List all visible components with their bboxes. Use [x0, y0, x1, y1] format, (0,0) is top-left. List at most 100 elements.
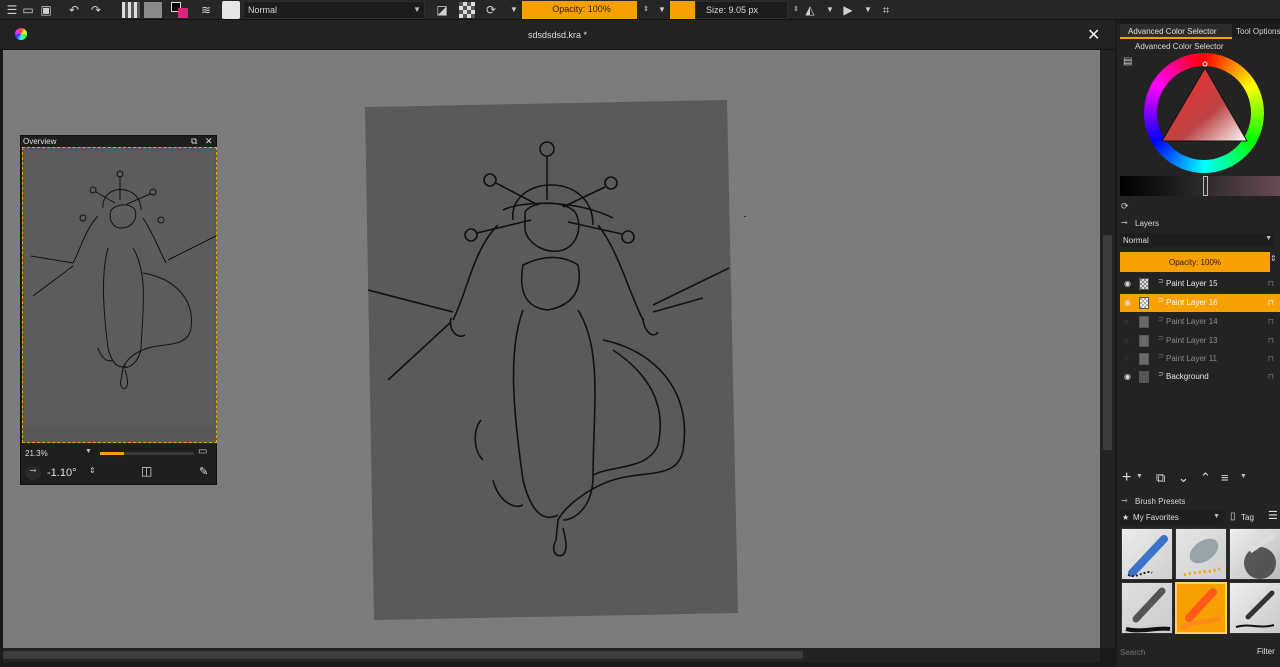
size-slider[interactable]: Size: 9.05 px	[695, 1, 788, 19]
canvas-area[interactable]: Overview ⧉ ✕ 21.3% ▼ ▭ ⊸ -1.10° ⇕ ◫ ✎	[3, 50, 1100, 648]
crop-icon[interactable]: ⌗	[878, 2, 894, 18]
chevron-down-icon[interactable]: ▼	[1136, 473, 1143, 480]
chevron-down-icon[interactable]: ▼	[85, 448, 92, 455]
layer-row[interactable]: ○ ⊃ Paint Layer 13 ⊓	[1120, 332, 1280, 350]
horizontal-scroll-thumb[interactable]	[3, 651, 803, 659]
duplicate-layer-icon[interactable]: ⧉	[1156, 470, 1165, 486]
redo-icon[interactable]: ↷	[88, 2, 104, 18]
brush-preset-soft-brush[interactable]	[1229, 528, 1280, 580]
eye-closed-icon[interactable]: ○	[1124, 332, 1134, 350]
refresh-icon[interactable]: ⟳	[1121, 201, 1129, 212]
pin-icon[interactable]: ⊸	[1121, 496, 1128, 505]
eye-closed-icon[interactable]: ○	[1124, 313, 1134, 331]
vertical-scrollbar[interactable]	[1100, 50, 1115, 648]
move-up-icon[interactable]: ⌃	[1200, 470, 1211, 486]
lock-icon[interactable]: ⊓	[1268, 332, 1274, 350]
blend-mode-dropdown[interactable]: Normal ▼	[243, 1, 425, 19]
tab-label: Tool Options	[1236, 27, 1280, 36]
layer-row[interactable]: ◉ ⊃ Paint Layer 15 ⊓	[1120, 275, 1280, 293]
eraser-icon[interactable]: ◪	[434, 2, 450, 18]
tab-tool-options[interactable]: Tool Options	[1232, 24, 1280, 39]
alpha-lock-icon[interactable]	[459, 2, 475, 18]
color-triangle[interactable]	[1144, 53, 1264, 173]
open-file-icon[interactable]: ▭	[20, 2, 36, 18]
layers-opacity-slider[interactable]: Opacity: 100%	[1120, 252, 1270, 272]
chevron-down-icon[interactable]: ▼	[822, 2, 838, 18]
chevron-down-icon[interactable]: ▼	[860, 2, 876, 18]
brush-tag-dropdown[interactable]: ★ My Favorites ▼	[1120, 510, 1223, 525]
brush-preset-pencil[interactable]	[1121, 582, 1173, 634]
eye-icon[interactable]: ◉	[1124, 368, 1134, 386]
brush-preset-ink-pen[interactable]	[1121, 528, 1173, 580]
opacity-slider[interactable]: Opacity: 100%	[522, 1, 637, 19]
layer-row[interactable]: ◉ ⊃ Background ⊓	[1120, 368, 1280, 386]
size-slider-fill[interactable]	[670, 1, 695, 19]
pin-icon[interactable]: ✎	[199, 465, 208, 478]
zoom-value[interactable]: 21.3%	[25, 449, 48, 458]
monitor-icon[interactable]: ▭	[198, 446, 207, 457]
float-icon[interactable]: ⧉	[191, 136, 197, 147]
layer-row[interactable]: ○ ⊃ Paint Layer 11 ⊓	[1120, 350, 1280, 368]
brush-preset-marker-selected[interactable]	[1175, 582, 1227, 634]
color-wheel[interactable]	[1144, 53, 1264, 173]
zoom-slider-fill[interactable]	[100, 452, 124, 455]
eye-icon[interactable]: ◉	[1124, 275, 1134, 293]
brush-settings-icon[interactable]: ≋	[198, 2, 214, 18]
layer-row-selected[interactable]: ◉ ⊃ Paint Layer 16 ⊓	[1120, 294, 1280, 312]
layer-type-icon: ⊃	[1158, 297, 1164, 304]
mirror-horizontal-icon[interactable]: ◭	[802, 2, 818, 18]
vertical-scroll-thumb[interactable]	[1103, 235, 1112, 450]
chevron-down-icon[interactable]: ▼	[506, 2, 522, 18]
layers-opacity-stepper-icon[interactable]: ⇕	[1270, 254, 1277, 263]
close-icon[interactable]: ✕	[205, 136, 213, 147]
gradient-swatch[interactable]	[122, 2, 140, 18]
color-history-strip[interactable]	[1120, 176, 1280, 196]
top-toolbar: ☰ ▭ ▣ ↶ ↷ ≋ Normal ▼ ◪ ⟳ ▼ Opacity: 100%…	[0, 0, 1280, 20]
lock-icon[interactable]: ⊓	[1268, 275, 1274, 293]
close-icon[interactable]: ✕	[1087, 25, 1100, 45]
brush-search-row: Filter	[1120, 644, 1280, 660]
menu-icon[interactable]: ☰	[4, 2, 20, 18]
list-view-icon[interactable]: ☰	[1268, 509, 1278, 522]
rotation-stepper-icon[interactable]: ⇕	[89, 466, 96, 475]
chevron-down-icon[interactable]: ▼	[654, 2, 670, 18]
filter-label[interactable]: Filter	[1257, 647, 1275, 656]
layers-blend-value: Normal	[1123, 236, 1149, 245]
zoom-slider-track[interactable]	[124, 452, 194, 455]
eye-closed-icon[interactable]: ○	[1124, 350, 1134, 368]
lock-icon[interactable]: ⊓	[1268, 294, 1274, 312]
horizontal-scrollbar[interactable]	[3, 648, 1100, 662]
pattern-swatch[interactable]	[144, 2, 162, 18]
mirror-view-icon[interactable]: ◫	[141, 464, 152, 478]
tag-button[interactable]: ▯ Tag	[1230, 510, 1262, 525]
tab-advanced-color-selector[interactable]: Advanced Color Selector	[1120, 24, 1232, 39]
layer-properties-icon[interactable]: ≡	[1221, 470, 1229, 485]
lock-icon[interactable]: ⊓	[1268, 313, 1274, 331]
reload-preset-icon[interactable]: ⟳	[483, 2, 499, 18]
lock-icon[interactable]: ⊓	[1268, 350, 1274, 368]
background-color[interactable]	[178, 8, 188, 18]
settings-list-icon[interactable]: ▤	[1123, 56, 1132, 67]
overview-thumbnail[interactable]	[22, 147, 217, 443]
layer-row[interactable]: ○ ⊃ Paint Layer 14 ⊓	[1120, 313, 1280, 331]
mirror-vertical-icon[interactable]: ▶	[840, 2, 856, 18]
brush-search-input[interactable]	[1120, 646, 1245, 658]
opacity-stepper-icon[interactable]: ⇕	[638, 2, 654, 18]
lock-icon[interactable]: ⊓	[1268, 368, 1274, 386]
pin-icon[interactable]: ⊸	[1121, 218, 1128, 227]
brush-tag-value: My Favorites	[1133, 513, 1179, 522]
save-icon[interactable]: ▣	[38, 2, 54, 18]
add-layer-icon[interactable]: +	[1122, 469, 1131, 487]
move-down-icon[interactable]: ⌄	[1178, 470, 1189, 486]
chevron-down-icon[interactable]: ▼	[1240, 473, 1247, 480]
eye-icon[interactable]: ◉	[1124, 294, 1134, 312]
brush-preset-airbrush[interactable]	[1175, 528, 1227, 580]
brush-preset-icon[interactable]	[222, 1, 240, 19]
paper[interactable]	[365, 100, 738, 620]
rotation-dial-icon[interactable]: ⊸	[25, 466, 41, 480]
layers-blend-dropdown[interactable]: Normal ▼	[1120, 233, 1275, 247]
undo-icon[interactable]: ↶	[66, 2, 82, 18]
brush-preset-fineliner[interactable]	[1229, 582, 1280, 634]
rotation-value[interactable]: -1.10°	[47, 467, 76, 479]
color-strip-handle[interactable]	[1203, 176, 1208, 196]
